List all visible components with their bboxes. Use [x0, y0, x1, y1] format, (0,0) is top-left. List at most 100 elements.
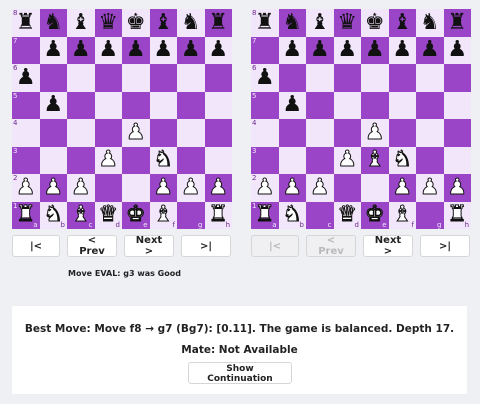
white-bishop-icon[interactable]: ♝ — [392, 203, 413, 226]
square-e7[interactable]: ♟ — [122, 36, 150, 64]
prev-move-button[interactable]: < Prev — [67, 235, 117, 257]
black-bishop-icon[interactable]: ♝ — [392, 11, 412, 34]
square-b1[interactable]: b ♞ — [278, 201, 306, 229]
square-d5[interactable] — [94, 91, 122, 119]
black-pawn-icon[interactable]: ♟ — [16, 66, 36, 89]
square-h7[interactable]: ♟ — [204, 36, 232, 64]
black-bishop-icon[interactable]: ♝ — [71, 11, 91, 34]
square-f4[interactable] — [149, 119, 177, 147]
square-a3[interactable]: 3 — [251, 146, 279, 174]
square-f1[interactable]: f ♝ — [149, 201, 177, 229]
chess-board-right[interactable]: 8 ♜ ♞ ♝ ♛ ♚ ♝ ♞ ♜ 7 ♟ ♟ ♟ ♟ ♟ ♟ ♟ 6 ♟ 5 ♟ 4 ♟ 3 ♟ ♝ ♞ 2 ♟ ♟ ♟ ♟ ♟ ♟ 1 a ♜ b ♞ c… — [251, 9, 471, 229]
square-a8[interactable]: 8 ♜ — [12, 9, 40, 37]
square-a7[interactable]: 7 — [12, 36, 40, 64]
square-e7[interactable]: ♟ — [361, 36, 389, 64]
square-c2[interactable]: ♟ — [306, 174, 334, 202]
square-d3[interactable]: ♟ — [94, 146, 122, 174]
square-b7[interactable]: ♟ — [278, 36, 306, 64]
square-h8[interactable]: ♜ — [204, 9, 232, 37]
square-e5[interactable] — [122, 91, 150, 119]
square-g5[interactable] — [416, 91, 444, 119]
black-knight-icon[interactable]: ♞ — [43, 11, 63, 34]
square-g4[interactable] — [177, 119, 205, 147]
square-c4[interactable] — [67, 119, 95, 147]
square-a5[interactable]: 5 — [12, 91, 40, 119]
first-move-button[interactable]: |< — [12, 235, 60, 257]
square-h3[interactable] — [204, 146, 232, 174]
square-c8[interactable]: ♝ — [306, 9, 334, 37]
white-pawn-icon[interactable]: ♟ — [447, 176, 468, 199]
square-c3[interactable] — [306, 146, 334, 174]
black-pawn-icon[interactable]: ♟ — [181, 39, 201, 61]
next-move-button[interactable]: Next > — [363, 235, 413, 257]
white-pawn-icon[interactable]: ♟ — [70, 176, 91, 199]
square-e6[interactable] — [361, 64, 389, 92]
black-pawn-icon[interactable]: ♟ — [43, 39, 63, 61]
white-pawn-icon[interactable]: ♟ — [180, 176, 201, 199]
square-h4[interactable] — [443, 119, 471, 147]
square-g2[interactable]: ♟ — [416, 174, 444, 202]
square-f7[interactable]: ♟ — [388, 36, 416, 64]
square-c1[interactable]: c ♝ — [67, 201, 95, 229]
black-pawn-icon[interactable]: ♟ — [282, 39, 302, 61]
square-f5[interactable] — [149, 91, 177, 119]
prev-move-button[interactable]: < Prev — [306, 235, 356, 257]
black-pawn-icon[interactable]: ♟ — [392, 39, 412, 61]
square-f7[interactable]: ♟ — [149, 36, 177, 64]
square-d2[interactable] — [333, 174, 361, 202]
square-f2[interactable]: ♟ — [149, 174, 177, 202]
square-e3[interactable]: ♝ — [361, 146, 389, 174]
square-d1[interactable]: d ♛ — [94, 201, 122, 229]
square-a3[interactable]: 3 — [12, 146, 40, 174]
black-pawn-icon[interactable]: ♟ — [420, 39, 440, 61]
square-a4[interactable]: 4 — [251, 119, 279, 147]
square-h1[interactable]: h ♜ — [204, 201, 232, 229]
square-c4[interactable] — [306, 119, 334, 147]
black-rook-icon[interactable]: ♜ — [208, 11, 228, 34]
square-a8[interactable]: 8 ♜ — [251, 9, 279, 37]
black-bishop-icon[interactable]: ♝ — [310, 11, 330, 34]
black-pawn-icon[interactable]: ♟ — [98, 39, 118, 61]
black-king-icon[interactable]: ♚ — [365, 11, 385, 34]
square-e4[interactable]: ♟ — [361, 119, 389, 147]
black-knight-icon[interactable]: ♞ — [181, 11, 201, 34]
square-c1[interactable]: c — [306, 201, 334, 229]
white-knight-icon[interactable]: ♞ — [153, 148, 174, 171]
first-move-button[interactable]: |< — [251, 235, 299, 257]
black-knight-icon[interactable]: ♞ — [420, 11, 440, 34]
chess-board-left[interactable]: 8 ♜ ♞ ♝ ♛ ♚ ♝ ♞ ♜ 7 ♟ ♟ ♟ ♟ ♟ ♟ ♟ 6 ♟ 5 ♟ 4 ♟ 3 ♟ ♞ 2 ♟ ♟ ♟ ♟ ♟ ♟ 1 a ♜ b ♞ c ♝… — [12, 9, 232, 229]
square-a7[interactable]: 7 — [251, 36, 279, 64]
square-d8[interactable]: ♛ — [333, 9, 361, 37]
square-b6[interactable] — [39, 64, 67, 92]
square-d7[interactable]: ♟ — [333, 36, 361, 64]
square-b1[interactable]: b ♞ — [39, 201, 67, 229]
square-f4[interactable] — [388, 119, 416, 147]
square-h8[interactable]: ♜ — [443, 9, 471, 37]
square-c5[interactable] — [67, 91, 95, 119]
black-pawn-icon[interactable]: ♟ — [365, 39, 385, 61]
square-h5[interactable] — [443, 91, 471, 119]
square-d4[interactable] — [333, 119, 361, 147]
black-pawn-icon[interactable]: ♟ — [310, 39, 330, 61]
square-f3[interactable]: ♞ — [388, 146, 416, 174]
white-pawn-icon[interactable]: ♟ — [282, 176, 303, 199]
white-pawn-icon[interactable]: ♟ — [337, 148, 358, 171]
square-c2[interactable]: ♟ — [67, 174, 95, 202]
square-g8[interactable]: ♞ — [177, 9, 205, 37]
square-f8[interactable]: ♝ — [388, 9, 416, 37]
square-h6[interactable] — [204, 64, 232, 92]
square-g1[interactable]: g — [416, 201, 444, 229]
white-pawn-icon[interactable]: ♟ — [419, 176, 440, 199]
white-bishop-icon[interactable]: ♝ — [70, 203, 91, 226]
square-a2[interactable]: 2 ♟ — [12, 174, 40, 202]
black-rook-icon[interactable]: ♜ — [16, 11, 36, 34]
white-pawn-icon[interactable]: ♟ — [153, 176, 174, 199]
square-d6[interactable] — [333, 64, 361, 92]
square-f5[interactable] — [388, 91, 416, 119]
square-b2[interactable]: ♟ — [39, 174, 67, 202]
black-rook-icon[interactable]: ♜ — [255, 11, 275, 34]
square-g6[interactable] — [416, 64, 444, 92]
white-pawn-icon[interactable]: ♟ — [364, 121, 385, 144]
square-f6[interactable] — [149, 64, 177, 92]
square-g7[interactable]: ♟ — [177, 36, 205, 64]
